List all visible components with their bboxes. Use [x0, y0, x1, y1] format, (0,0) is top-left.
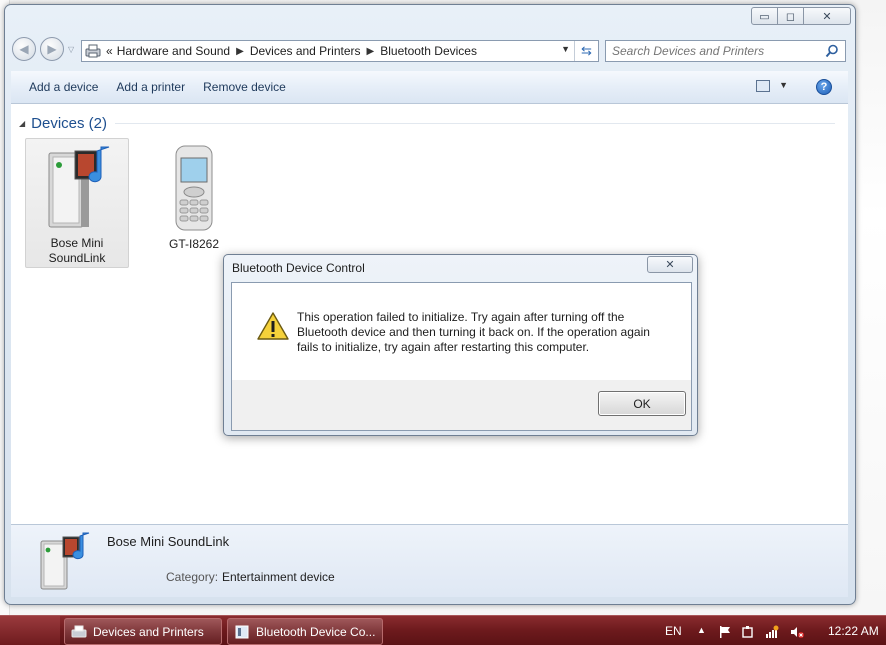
- devices-group-title: Devices (2): [31, 115, 108, 132]
- dialog-message-area: This operation failed to initialize. Try…: [232, 283, 691, 380]
- group-divider: [115, 123, 835, 124]
- minimize-icon: ▭: [759, 10, 770, 23]
- recent-pages-dropdown[interactable]: ▽: [68, 45, 74, 54]
- breadcrumb-separator-icon[interactable]: ▶: [232, 46, 248, 57]
- breadcrumb-hardware-and-sound[interactable]: Hardware and Sound: [115, 44, 232, 58]
- help-icon[interactable]: ?: [816, 79, 832, 95]
- start-button-area[interactable]: [0, 616, 60, 645]
- maximize-icon: ◻: [785, 10, 796, 23]
- device-label: SoundLink: [48, 251, 106, 265]
- device-label: GT-I8262: [168, 237, 220, 251]
- command-bar: Add a device Add a printer Remove device…: [11, 71, 848, 104]
- taskbar-devices-and-printers[interactable]: Devices and Printers: [64, 618, 222, 645]
- speaker-icon: [48, 146, 110, 228]
- device-label: Bose Mini: [50, 236, 104, 250]
- change-view-icon[interactable]: [756, 80, 770, 92]
- dialog-title: Bluetooth Device Control: [232, 261, 365, 275]
- search-input[interactable]: [612, 44, 822, 58]
- maximize-button[interactable]: ◻: [778, 7, 804, 25]
- view-options-dropdown-icon[interactable]: ▼: [779, 80, 788, 90]
- close-icon: ✕: [822, 10, 832, 23]
- network-icon[interactable]: [765, 625, 779, 639]
- device-bose-mini-soundlink[interactable]: Bose Mini SoundLink: [25, 138, 129, 268]
- dialog-message: This operation failed to initialize. Try…: [297, 310, 650, 354]
- phone-icon: [175, 145, 213, 231]
- dialog-close-button[interactable]: ✕: [647, 256, 693, 273]
- collapse-triangle-icon[interactable]: ◢: [19, 119, 25, 128]
- breadcrumb-overflow[interactable]: «: [104, 44, 115, 58]
- forward-arrow-icon: ▶: [47, 42, 57, 56]
- volume-muted-icon[interactable]: [790, 625, 804, 639]
- details-pane: Bose Mini SoundLink Category: Entertainm…: [11, 524, 848, 597]
- dialog-button-area: OK: [232, 380, 691, 430]
- devices-printers-icon: [71, 625, 87, 637]
- taskbar: Devices and Printers Bluetooth Device Co…: [0, 615, 886, 645]
- forward-button[interactable]: ▶: [40, 37, 64, 61]
- minimize-button[interactable]: ▭: [751, 7, 778, 25]
- back-arrow-icon: ◀: [19, 42, 29, 56]
- search-icon[interactable]: [825, 44, 839, 58]
- close-button[interactable]: ✕: [804, 7, 851, 25]
- address-bar[interactable]: « Hardware and Sound ▶ Devices and Print…: [81, 40, 599, 62]
- breadcrumb-devices-and-printers[interactable]: Devices and Printers: [248, 44, 363, 58]
- window-controls: ▭ ◻ ✕: [751, 7, 851, 25]
- device-gt-i8262[interactable]: GT-I8262: [142, 142, 246, 251]
- back-button[interactable]: ◀: [12, 37, 36, 61]
- bluetooth-device-control-dialog: Bluetooth Device Control ✕ This operatio…: [223, 254, 698, 436]
- refresh-button[interactable]: ⇆: [574, 41, 598, 61]
- power-icon[interactable]: [741, 625, 755, 639]
- search-box[interactable]: [605, 40, 846, 62]
- add-device-button[interactable]: Add a device: [20, 75, 107, 99]
- breadcrumb-separator-icon[interactable]: ▶: [363, 46, 379, 57]
- category-value: Entertainment device: [222, 570, 335, 584]
- bluetooth-control-icon: [235, 625, 249, 638]
- devices-group-header[interactable]: ◢ Devices (2): [19, 115, 107, 132]
- speaker-icon: [40, 532, 90, 590]
- task-label: Devices and Printers: [93, 624, 204, 639]
- taskbar-bluetooth-device-control[interactable]: Bluetooth Device Co...: [227, 618, 383, 645]
- warning-icon: [257, 312, 289, 340]
- category-label: Category:: [166, 570, 219, 584]
- refresh-icon: ⇆: [581, 43, 592, 58]
- devices-printers-icon: [82, 41, 104, 61]
- task-label: Bluetooth Device Co...: [256, 624, 376, 639]
- remove-device-button[interactable]: Remove device: [194, 75, 295, 99]
- action-center-flag-icon[interactable]: [718, 625, 732, 639]
- language-indicator[interactable]: EN: [665, 624, 682, 638]
- dialog-body: This operation failed to initialize. Try…: [231, 282, 692, 431]
- close-icon: ✕: [665, 259, 675, 271]
- breadcrumb-bluetooth-devices[interactable]: Bluetooth Devices: [378, 44, 479, 58]
- show-hidden-icons-icon[interactable]: ▲: [697, 625, 706, 635]
- address-dropdown-icon[interactable]: ▼: [561, 44, 570, 54]
- selected-device-name: Bose Mini SoundLink: [107, 534, 230, 549]
- add-printer-button[interactable]: Add a printer: [107, 75, 194, 99]
- ok-button[interactable]: OK: [598, 391, 686, 416]
- clock[interactable]: 12:22 AM: [828, 624, 879, 638]
